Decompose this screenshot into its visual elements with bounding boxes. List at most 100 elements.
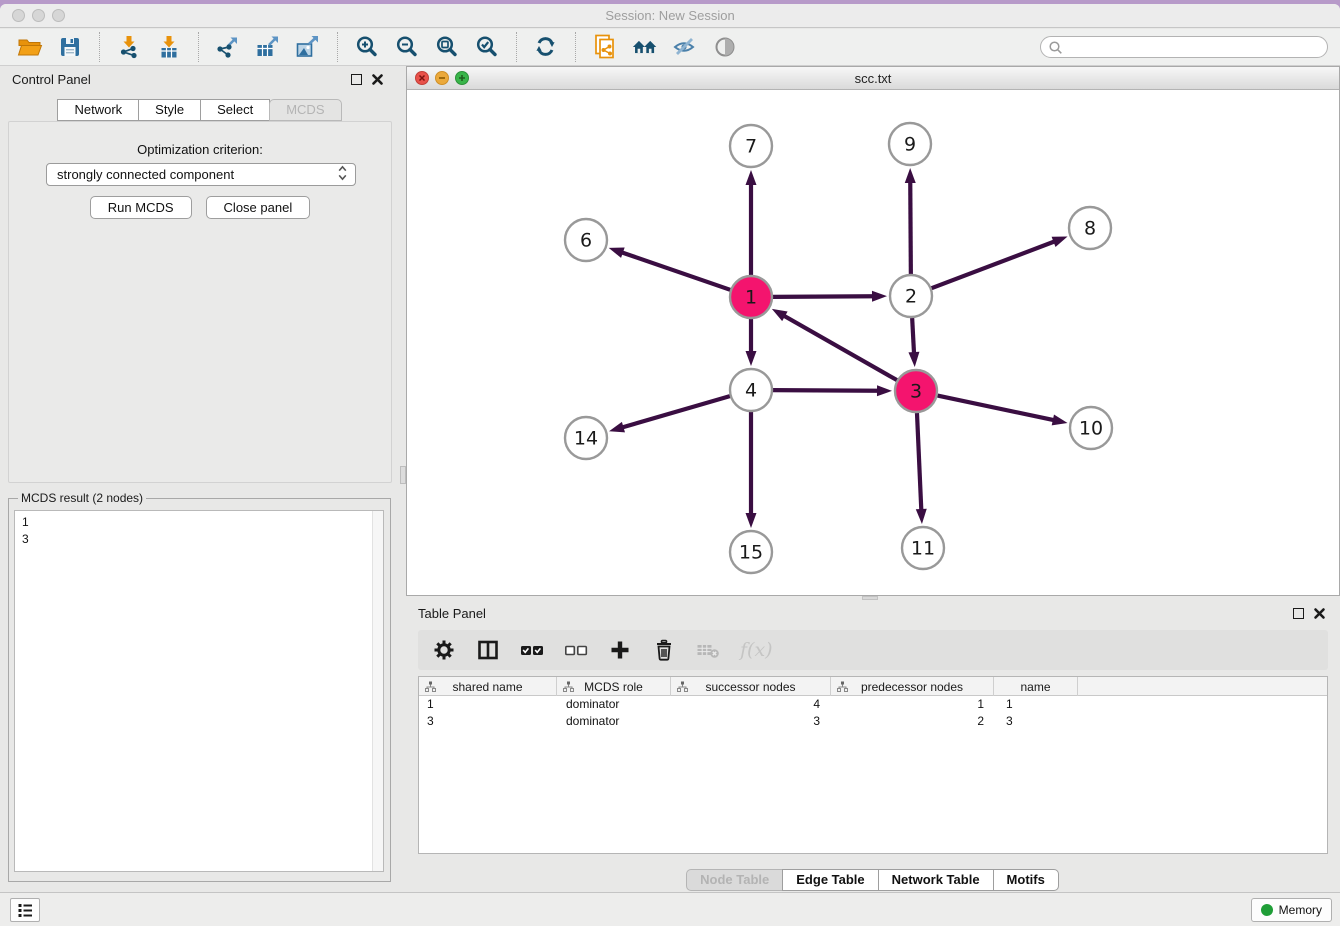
graph-edge-1-7[interactable] bbox=[746, 170, 757, 275]
graph-node-10[interactable]: 10 bbox=[1070, 407, 1112, 449]
tab-node-table[interactable]: Node Table bbox=[686, 869, 783, 891]
hide-glasses-icon[interactable] bbox=[672, 34, 698, 60]
close-panel-icon[interactable] bbox=[371, 73, 384, 86]
toolbar-separator bbox=[99, 32, 100, 62]
cell-name[interactable]: 3 bbox=[998, 713, 1083, 730]
float-panel-icon[interactable] bbox=[1293, 608, 1304, 619]
mcds-result-textarea[interactable]: 13 bbox=[14, 510, 384, 872]
graph-edge-3-10[interactable] bbox=[938, 396, 1068, 426]
list-icon bbox=[16, 901, 34, 919]
graph-edge-2-3[interactable] bbox=[908, 318, 919, 367]
graph-edge-4-14[interactable] bbox=[609, 396, 730, 432]
svg-text:4: 4 bbox=[745, 380, 757, 402]
export-table-icon[interactable] bbox=[255, 34, 281, 60]
delete-column-icon[interactable] bbox=[652, 638, 676, 662]
cell-name[interactable]: 1 bbox=[998, 696, 1083, 713]
home-icon[interactable] bbox=[632, 34, 658, 60]
import-table-icon[interactable] bbox=[156, 34, 182, 60]
show-eye-icon[interactable] bbox=[712, 34, 738, 60]
column-header-name[interactable]: name bbox=[994, 677, 1078, 696]
task-history-button[interactable] bbox=[10, 898, 40, 922]
cell-successor-nodes[interactable]: 4 bbox=[673, 696, 834, 713]
function-builder-icon[interactable]: f(x) bbox=[740, 638, 773, 662]
zoom-selected-icon[interactable] bbox=[474, 34, 500, 60]
graph-node-1[interactable]: 1 bbox=[730, 276, 772, 318]
export-network-icon[interactable] bbox=[215, 34, 241, 60]
network-window-titlebar: scc.txt bbox=[407, 67, 1339, 90]
table-row[interactable]: 1dominator411 bbox=[419, 696, 1327, 713]
close-panel-icon[interactable] bbox=[1313, 607, 1326, 620]
network-canvas[interactable]: 7 9 6 8 1 2 4 3 14 10 15 11 bbox=[407, 90, 1339, 595]
zoom-out-icon[interactable] bbox=[394, 34, 420, 60]
graph-edge-2-9[interactable] bbox=[905, 168, 916, 274]
svg-text:6: 6 bbox=[580, 230, 592, 252]
cell-successor-nodes[interactable]: 3 bbox=[673, 713, 834, 730]
tab-style[interactable]: Style bbox=[138, 99, 201, 121]
cell-mcds-role[interactable]: dominator bbox=[558, 696, 673, 713]
graph-node-14[interactable]: 14 bbox=[565, 417, 607, 459]
graph-edge-3-11[interactable] bbox=[916, 413, 927, 524]
graph-edge-1-2[interactable] bbox=[773, 291, 887, 302]
tab-network[interactable]: Network bbox=[57, 99, 139, 121]
save-session-icon[interactable] bbox=[57, 34, 83, 60]
graph-edge-4-15[interactable] bbox=[746, 412, 757, 528]
column-header-successor-nodes[interactable]: successor nodes bbox=[671, 677, 831, 696]
tab-edge-table[interactable]: Edge Table bbox=[782, 869, 878, 891]
run-mcds-button[interactable]: Run MCDS bbox=[90, 196, 192, 219]
split-view-icon[interactable] bbox=[476, 638, 500, 662]
import-network-icon[interactable] bbox=[116, 34, 142, 60]
settings-gear-icon[interactable] bbox=[432, 638, 456, 662]
graph-node-9[interactable]: 9 bbox=[889, 123, 931, 165]
zoom-fit-icon[interactable] bbox=[434, 34, 460, 60]
graph-node-3[interactable]: 3 bbox=[895, 370, 937, 412]
optimization-criterion-select[interactable]: strongly connected component bbox=[46, 163, 356, 186]
graph-edge-2-8[interactable] bbox=[932, 237, 1068, 289]
svg-text:9: 9 bbox=[904, 134, 916, 156]
svg-text:10: 10 bbox=[1079, 418, 1103, 440]
graph-node-7[interactable]: 7 bbox=[730, 125, 772, 167]
graph-node-11[interactable]: 11 bbox=[902, 527, 944, 569]
graph-node-4[interactable]: 4 bbox=[730, 369, 772, 411]
graph-edge-3-1[interactable] bbox=[772, 309, 897, 380]
search-box[interactable] bbox=[1040, 36, 1328, 58]
column-header-predecessor-nodes[interactable]: predecessor nodes bbox=[831, 677, 994, 696]
tab-network-table[interactable]: Network Table bbox=[878, 869, 994, 891]
search-input[interactable] bbox=[1067, 38, 1327, 56]
graph-node-2[interactable]: 2 bbox=[890, 275, 932, 317]
toolbar-separator bbox=[337, 32, 338, 62]
tab-select[interactable]: Select bbox=[200, 99, 270, 121]
graph-edge-1-4[interactable] bbox=[746, 319, 757, 366]
tab-mcds[interactable]: MCDS bbox=[269, 99, 341, 121]
deselect-all-checkboxes-icon[interactable] bbox=[564, 638, 588, 662]
cell-predecessor-nodes[interactable]: 1 bbox=[834, 696, 998, 713]
add-column-icon[interactable] bbox=[608, 638, 632, 662]
float-panel-icon[interactable] bbox=[351, 74, 362, 85]
open-session-icon[interactable] bbox=[17, 34, 43, 60]
node-table[interactable]: shared nameMCDS rolesuccessor nodesprede… bbox=[418, 676, 1328, 854]
graph-node-8[interactable]: 8 bbox=[1069, 207, 1111, 249]
close-panel-button[interactable]: Close panel bbox=[206, 196, 311, 219]
column-header-mcds-role[interactable]: MCDS role bbox=[557, 677, 671, 696]
table-panel-title: Table Panel bbox=[418, 606, 486, 621]
export-image-icon[interactable] bbox=[295, 34, 321, 60]
column-header-shared-name[interactable]: shared name bbox=[419, 677, 557, 696]
cell-predecessor-nodes[interactable]: 2 bbox=[834, 713, 998, 730]
memory-status-icon bbox=[1261, 904, 1273, 916]
cell-shared-name[interactable]: 1 bbox=[419, 696, 558, 713]
memory-button[interactable]: Memory bbox=[1251, 898, 1332, 922]
scrollbar-track[interactable] bbox=[372, 511, 383, 871]
cell-shared-name[interactable]: 3 bbox=[419, 713, 558, 730]
graph-node-6[interactable]: 6 bbox=[565, 219, 607, 261]
control-panel-tabs: NetworkStyleSelectMCDS bbox=[0, 99, 400, 121]
cell-mcds-role[interactable]: dominator bbox=[558, 713, 673, 730]
delete-table-icon[interactable] bbox=[696, 638, 720, 662]
graph-edge-4-3[interactable] bbox=[773, 385, 892, 396]
table-row[interactable]: 3dominator323 bbox=[419, 713, 1327, 730]
refresh-icon[interactable] bbox=[533, 34, 559, 60]
zoom-in-icon[interactable] bbox=[354, 34, 380, 60]
graph-node-15[interactable]: 15 bbox=[730, 531, 772, 573]
graph-edge-1-6[interactable] bbox=[609, 248, 731, 290]
select-all-checkboxes-icon[interactable] bbox=[520, 638, 544, 662]
open-network-in-browser-icon[interactable] bbox=[592, 34, 618, 60]
tab-motifs[interactable]: Motifs bbox=[993, 869, 1059, 891]
